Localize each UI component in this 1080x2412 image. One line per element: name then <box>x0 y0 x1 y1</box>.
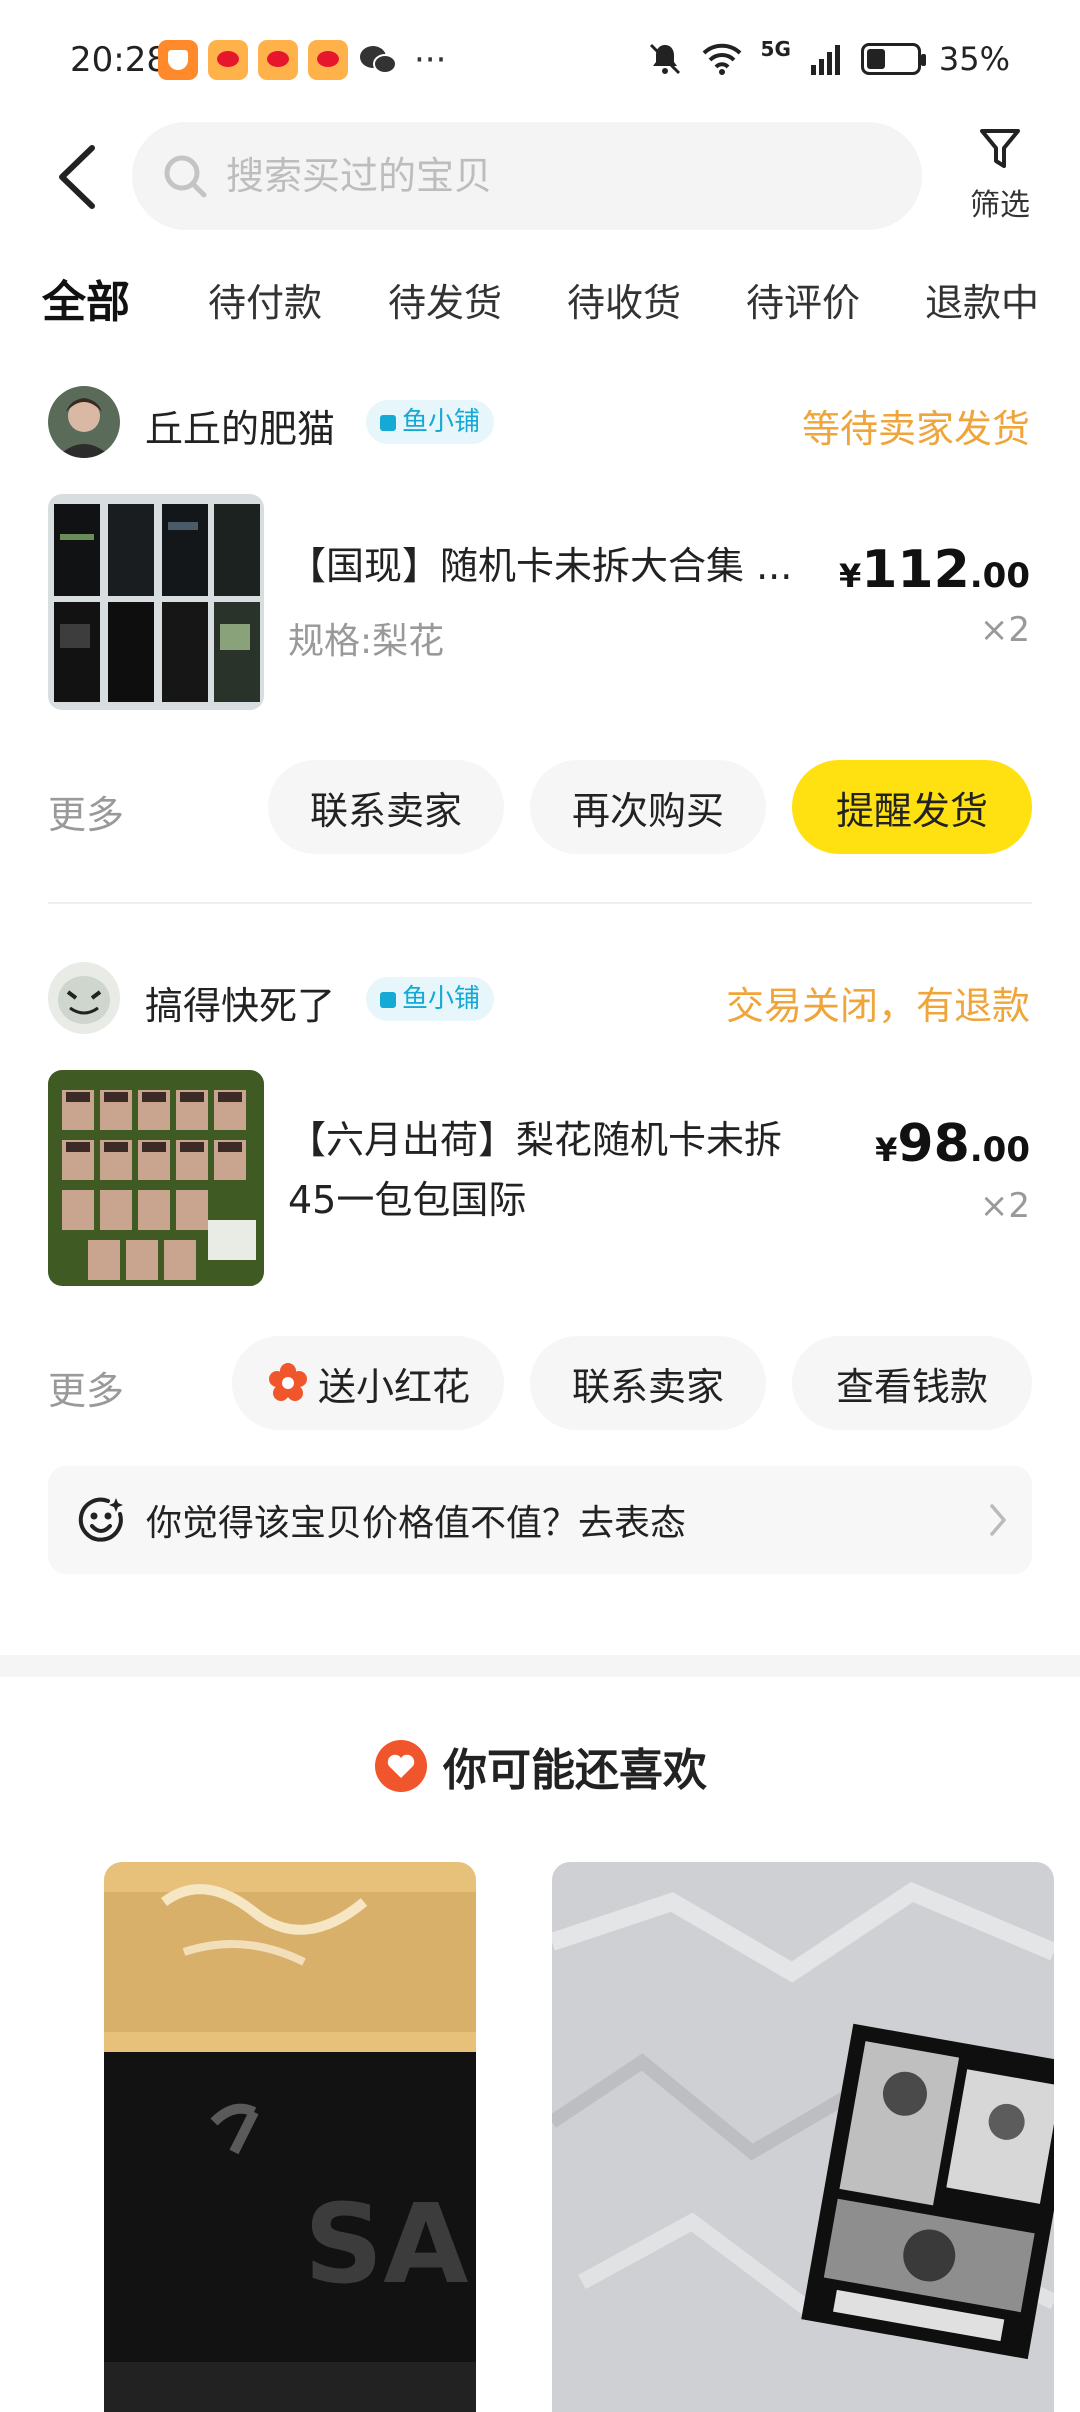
network-type: 5G <box>760 37 791 61</box>
order-status: 交易关闭，有退款 <box>725 984 1030 1028</box>
more-actions-link[interactable]: 更多 <box>48 1360 124 1415</box>
view-refund-button[interactable]: 查看钱款 <box>792 1336 1032 1430</box>
remind-shipment-button[interactable]: 提醒发货 <box>792 760 1032 854</box>
product-price: ¥98.00 <box>875 1114 1030 1174</box>
tab-pending-receipt[interactable]: 待收货 <box>567 272 681 327</box>
mute-bell-icon <box>649 43 680 75</box>
chevron-left-icon <box>59 145 95 209</box>
product-thumbnail[interactable] <box>48 494 264 710</box>
tab-pending-review[interactable]: 待评价 <box>746 272 860 327</box>
more-notifications-icon: ··· <box>414 40 447 80</box>
search-bar[interactable] <box>132 122 922 230</box>
product-thumbnail[interactable] <box>48 1070 264 1286</box>
battery-icon <box>860 43 926 75</box>
section-divider <box>0 1655 1080 1677</box>
contact-seller-button[interactable]: 联系卖家 <box>530 1336 766 1430</box>
order-status-tabs: 全部 待付款 待发货 待收货 待评价 退款中 <box>0 262 1080 342</box>
weibo-icon <box>208 40 248 80</box>
shop-avatar[interactable] <box>48 386 120 458</box>
filter-button[interactable]: 筛选 <box>960 126 1040 236</box>
more-actions-link[interactable]: 更多 <box>48 784 124 839</box>
price-opinion-text: 你觉得该宝贝价格值不值？去表态 <box>146 1503 687 1544</box>
product-spec: 规格:梨花 <box>288 621 445 662</box>
shop-name[interactable]: 丘丘的肥猫 <box>145 398 335 453</box>
shop-tag: 鱼小铺 <box>366 977 495 1021</box>
buy-again-button[interactable]: 再次购买 <box>530 760 766 854</box>
back-button[interactable] <box>48 142 108 212</box>
app-notification-icon <box>158 40 198 80</box>
fish-shop-icon <box>380 992 396 1008</box>
product-quantity: ×2 <box>979 1186 1030 1226</box>
search-input[interactable] <box>226 154 846 198</box>
wifi-icon <box>702 43 741 75</box>
search-icon <box>164 155 207 198</box>
weibo-icon <box>308 40 348 80</box>
shop-tag: 鱼小铺 <box>366 400 495 444</box>
tab-refunding[interactable]: 退款中 <box>925 272 1039 327</box>
product-title[interactable]: 【六月出荷】梨花随机卡未拆 <box>288 1110 782 1170</box>
send-red-flower-button[interactable]: 送小红花 <box>232 1336 504 1430</box>
order-status: 等待卖家发货 <box>801 407 1030 451</box>
shop-avatar[interactable] <box>48 962 120 1034</box>
fish-shop-icon <box>380 415 396 431</box>
smiley-icon <box>78 1497 123 1542</box>
filter-icon <box>980 129 1020 168</box>
filter-label: 筛选 <box>970 188 1030 223</box>
system-status: 5G 35% <box>647 37 1010 78</box>
product-price: ¥112.00 <box>838 540 1030 600</box>
chevron-right-icon <box>990 1504 1007 1536</box>
signal-icon <box>810 45 840 75</box>
order-divider <box>48 902 1032 904</box>
shop-name[interactable]: 搞得快死了 <box>145 975 335 1030</box>
status-time: 20:28 <box>70 40 168 80</box>
battery-level: 35% <box>938 40 1010 78</box>
wechat-icon <box>358 40 398 80</box>
recommend-heading: 你可能还喜欢 <box>0 1734 1080 1798</box>
red-flower-icon <box>268 1363 307 1401</box>
recommended-card-shade <box>476 1862 526 2412</box>
product-title[interactable]: 【国现】随机卡未拆大合集 ... <box>288 536 792 596</box>
recommended-product-card[interactable]: SA <box>104 1862 476 2412</box>
status-bar: 20:28 ··· 5G 35% <box>0 0 1080 120</box>
svg-text:SA: SA <box>304 2180 468 2308</box>
price-opinion-banner[interactable]: 你觉得该宝贝价格值不值？去表态 <box>48 1466 1032 1574</box>
tab-pending-payment[interactable]: 待付款 <box>208 272 322 327</box>
recommended-card-shade <box>48 1862 104 2412</box>
contact-seller-button[interactable]: 联系卖家 <box>268 760 504 854</box>
tab-all[interactable]: 全部 <box>42 266 130 330</box>
product-quantity: ×2 <box>979 610 1030 650</box>
heart-icon <box>375 1740 427 1792</box>
product-title-line2[interactable]: 45一包包国际 <box>288 1170 526 1230</box>
notification-icons: ··· <box>158 40 446 80</box>
recommend-title: 你可能还喜欢 <box>443 1745 707 1796</box>
tab-pending-shipment[interactable]: 待发货 <box>388 272 502 327</box>
recommended-product-card[interactable] <box>552 1862 1054 2412</box>
weibo-icon <box>258 40 298 80</box>
